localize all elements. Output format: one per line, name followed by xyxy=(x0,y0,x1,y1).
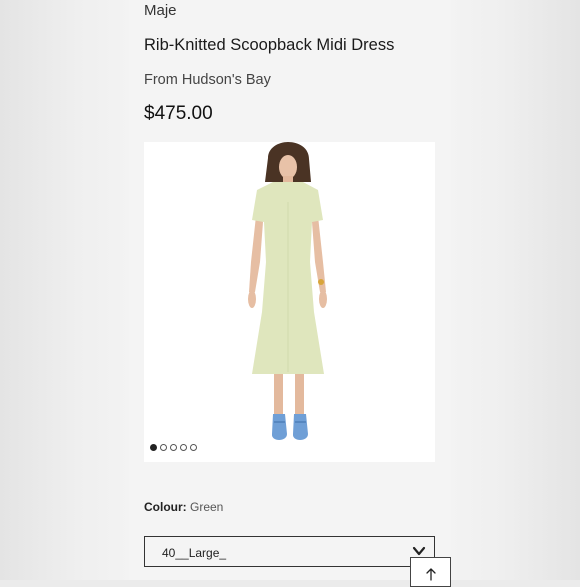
background-left xyxy=(0,0,129,580)
arrow-up-icon xyxy=(426,568,436,581)
background-right xyxy=(451,0,580,580)
brand-name[interactable]: Maje xyxy=(144,2,177,19)
carousel-dots xyxy=(150,444,197,451)
colour-label: Colour: xyxy=(144,500,187,514)
dress-photo xyxy=(248,142,327,440)
product-title: Rib-Knitted Scoopback Midi Dress xyxy=(144,36,395,54)
colour-info: Colour: Green xyxy=(144,500,223,514)
size-select[interactable]: 40__Large_ xyxy=(144,536,435,567)
carousel-dot-3[interactable] xyxy=(170,444,177,451)
back-to-top-button[interactable] xyxy=(410,557,451,587)
size-selected-value: 40__Large_ xyxy=(162,546,227,560)
retailer-label[interactable]: From Hudson's Bay xyxy=(144,72,271,88)
colour-value: Green xyxy=(190,500,224,514)
carousel-dot-1[interactable] xyxy=(150,444,157,451)
carousel-dot-2[interactable] xyxy=(160,444,167,451)
carousel-dot-4[interactable] xyxy=(180,444,187,451)
product-price: $475.00 xyxy=(144,103,213,124)
carousel-dot-5[interactable] xyxy=(190,444,197,451)
product-panel: Maje Rib-Knitted Scoopback Midi Dress Fr… xyxy=(129,0,451,587)
product-image-carousel[interactable] xyxy=(144,142,435,462)
